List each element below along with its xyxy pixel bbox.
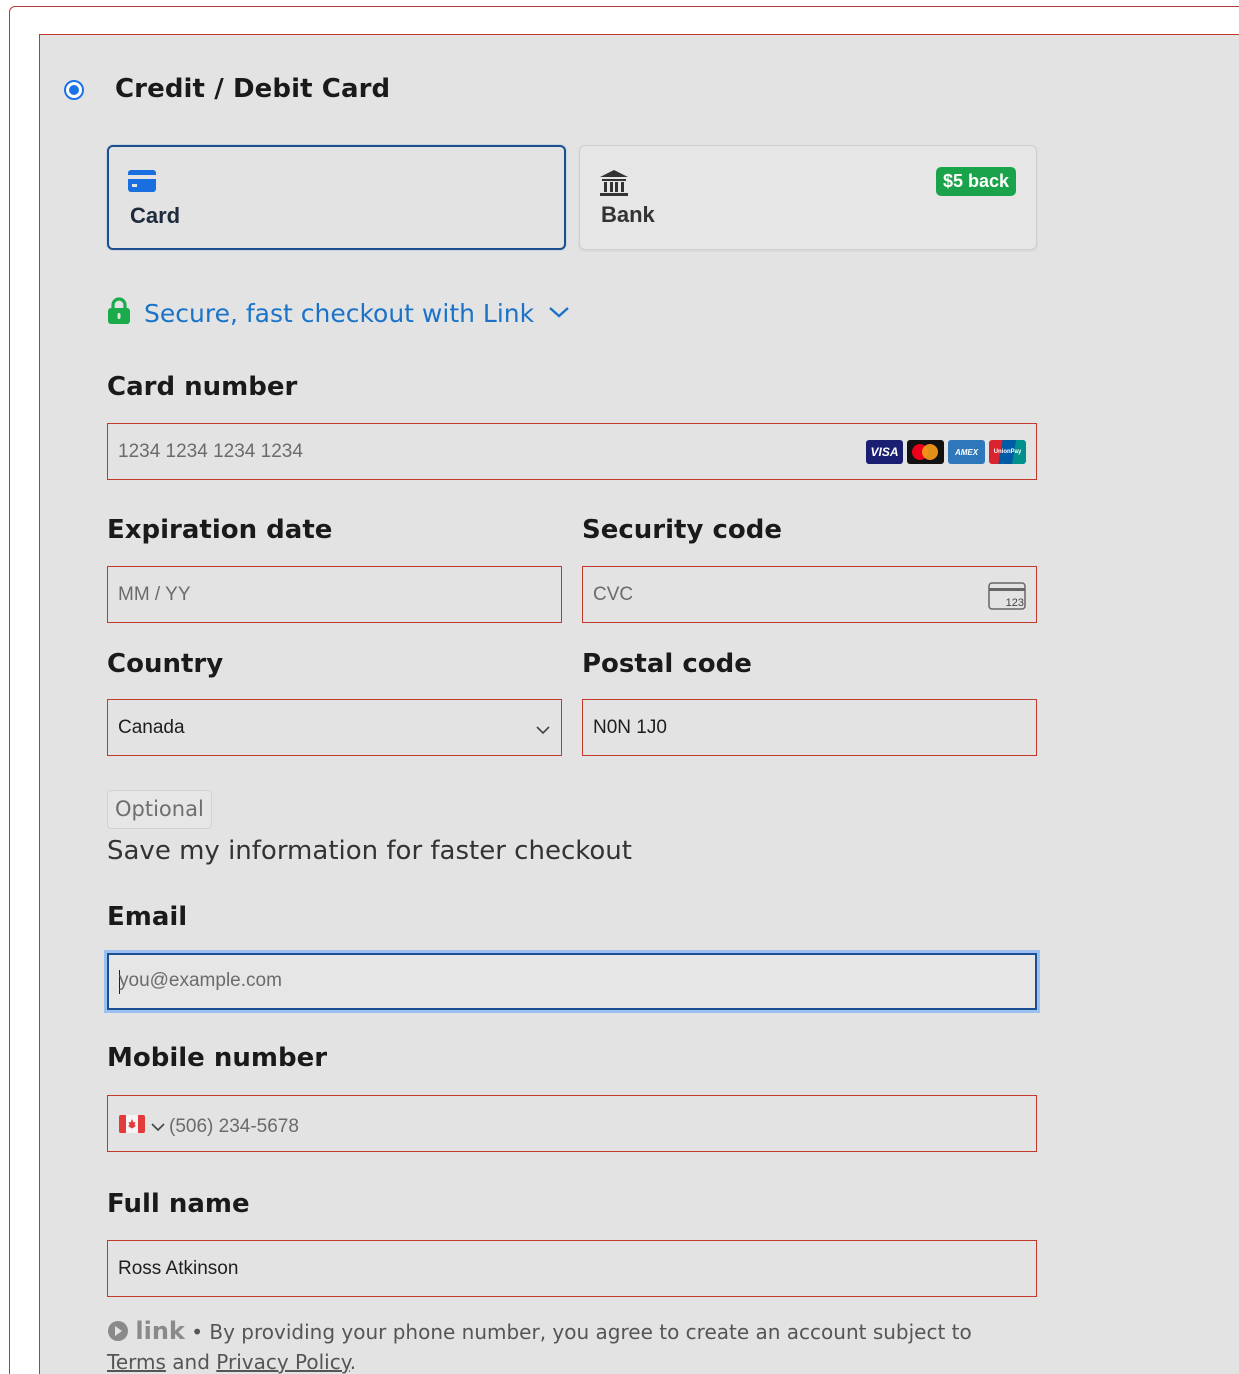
cvc-placeholder: CVC: [593, 584, 634, 605]
email-placeholder: you@example.com: [119, 970, 282, 991]
chevron-down-icon: [535, 720, 551, 742]
expiration-label: Expiration date: [107, 515, 333, 545]
save-info-text: Save my information for faster checkout: [107, 836, 632, 866]
mobile-placeholder: (506) 234-5678: [169, 1116, 299, 1137]
cashback-badge: $5 back: [935, 167, 1016, 196]
terms-link[interactable]: Terms: [107, 1350, 166, 1374]
privacy-policy-link[interactable]: Privacy Policy: [216, 1350, 349, 1374]
mobile-number-input[interactable]: (506) 234-5678: [107, 1095, 1037, 1152]
tab-card-label: Card: [130, 203, 181, 228]
email-label: Email: [107, 902, 188, 932]
full-name-value: Ross Atkinson: [118, 1258, 239, 1279]
optional-badge: Optional: [107, 790, 212, 829]
payment-method-title: Credit / Debit Card: [115, 74, 391, 104]
footer-period: .: [349, 1350, 357, 1374]
tab-bank-label: Bank: [601, 202, 655, 227]
postal-code-input[interactable]: N0N 1J0: [582, 699, 1037, 756]
expiration-input[interactable]: MM / YY: [107, 566, 562, 623]
tab-bank[interactable]: Bank $5 back: [579, 145, 1037, 250]
mastercard-logo-icon: [907, 440, 944, 464]
card-number-label: Card number: [107, 372, 298, 402]
visa-logo-icon: VISA: [866, 440, 903, 464]
lock-icon: [107, 297, 131, 329]
card-brands: VISA AMEX UnionPay: [866, 440, 1026, 464]
full-name-input[interactable]: Ross Atkinson: [107, 1240, 1037, 1297]
credit-card-radio[interactable]: [64, 80, 84, 100]
amex-logo-icon: AMEX: [948, 440, 985, 464]
phone-country-selector[interactable]: (506) 234-5678: [119, 1115, 299, 1139]
email-input[interactable]: you@example.com: [107, 953, 1037, 1010]
bank-icon: [599, 169, 629, 201]
link-logo-icon: [107, 1320, 135, 1344]
cvc-input[interactable]: CVC 123: [582, 566, 1037, 623]
footer-text: By providing your phone number, you agre…: [209, 1320, 972, 1344]
link-logo-text: link: [135, 1317, 185, 1345]
link-checkout-toggle[interactable]: Secure, fast checkout with Link: [107, 297, 570, 329]
full-name-label: Full name: [107, 1189, 250, 1219]
unionpay-logo-icon: UnionPay: [989, 440, 1026, 464]
country-value: Canada: [118, 717, 185, 738]
card-number-placeholder: 1234 1234 1234 1234: [118, 441, 303, 462]
chevron-down-icon: [151, 1116, 165, 1138]
tab-card[interactable]: Card: [107, 145, 566, 250]
link-terms-footer: link • By providing your phone number, y…: [107, 1316, 1037, 1374]
country-select[interactable]: Canada: [107, 699, 562, 756]
country-label: Country: [107, 649, 224, 679]
mobile-number-label: Mobile number: [107, 1043, 328, 1073]
postal-code-label: Postal code: [582, 649, 752, 679]
cvc-card-icon: 123: [988, 582, 1026, 616]
credit-card-icon: [128, 170, 156, 196]
postal-code-value: N0N 1J0: [593, 717, 667, 738]
card-number-input[interactable]: 1234 1234 1234 1234 VISA AMEX UnionPay: [107, 423, 1037, 480]
footer-separator: •: [191, 1320, 204, 1344]
link-checkout-text: Secure, fast checkout with Link: [144, 298, 535, 328]
expiration-placeholder: MM / YY: [118, 584, 191, 605]
security-code-label: Security code: [582, 515, 782, 545]
canada-flag-icon: [119, 1115, 145, 1139]
cvc-icon-text: 123: [1006, 597, 1024, 609]
chevron-down-icon: [548, 304, 570, 323]
footer-and: and: [172, 1350, 210, 1374]
